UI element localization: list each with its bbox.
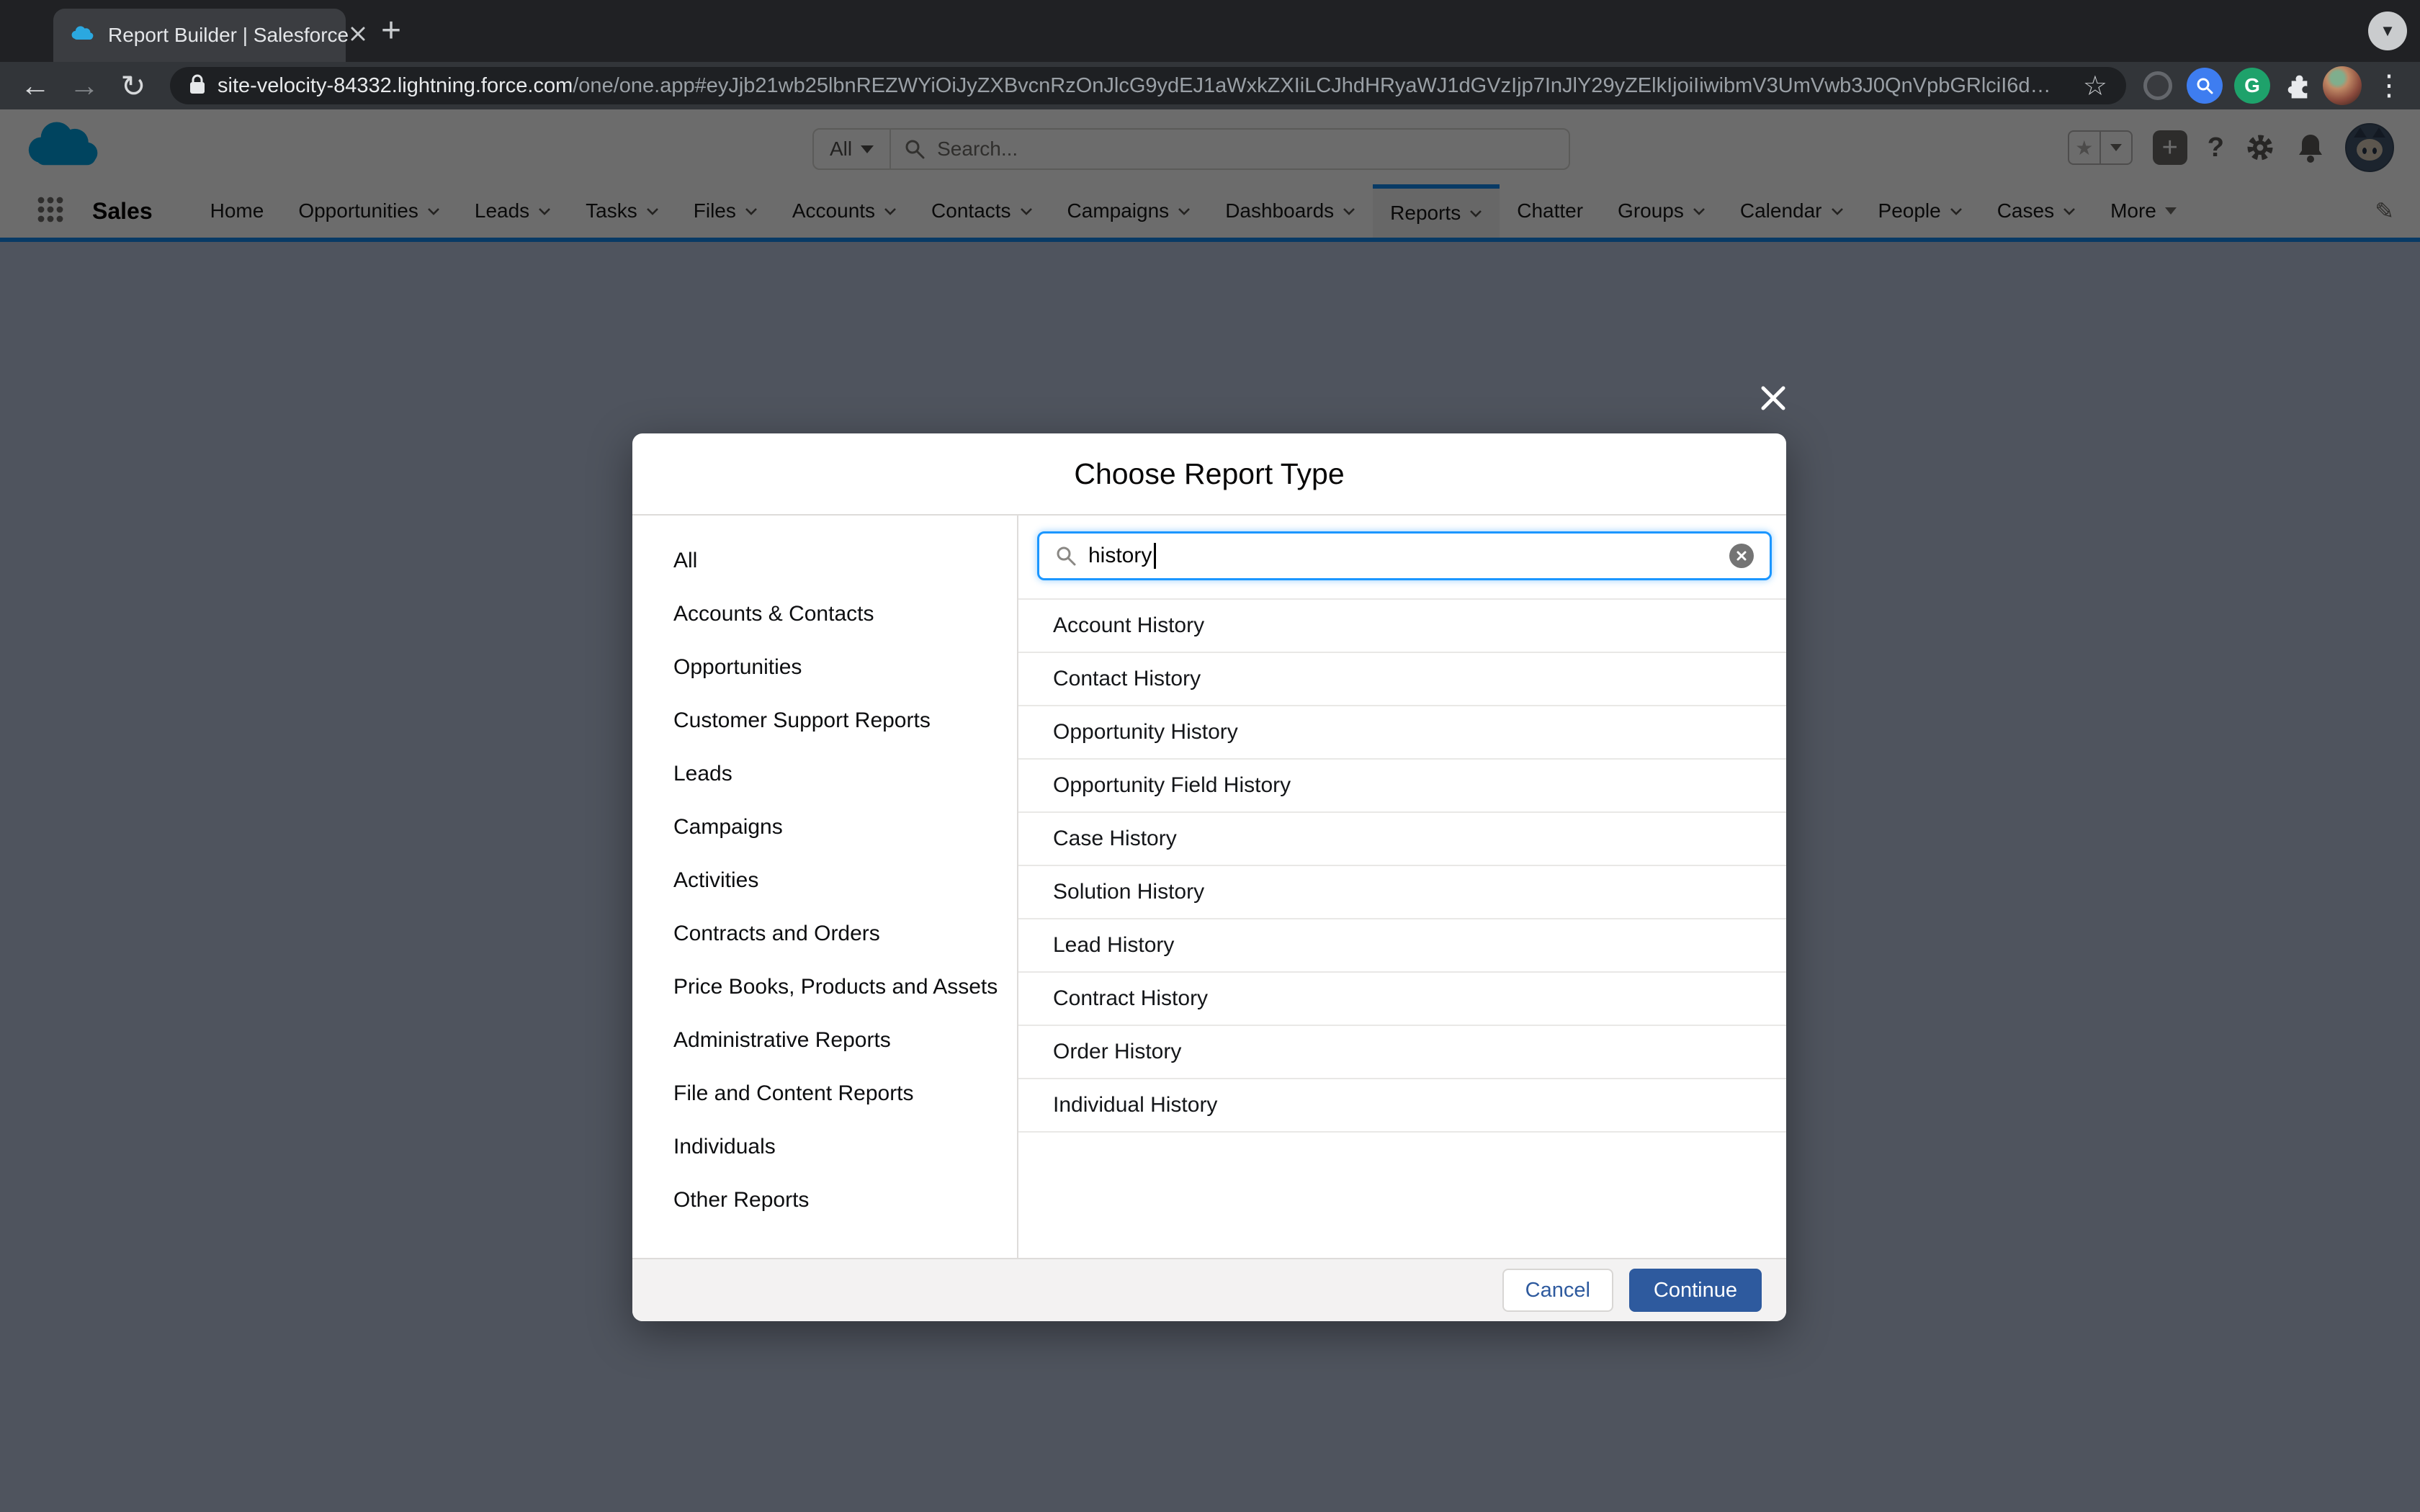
choose-report-type-dialog: Choose Report Type All Accounts & Contac… (632, 433, 1786, 1321)
category-opportunities[interactable]: Opportunities (632, 641, 1017, 694)
category-administrative-reports[interactable]: Administrative Reports (632, 1014, 1017, 1067)
report-type-results-list: Account History Contact History Opportun… (1018, 598, 1786, 1133)
category-campaigns[interactable]: Campaigns (632, 801, 1017, 854)
bookmark-star-icon[interactable]: ☆ (2083, 70, 2107, 102)
new-tab-button[interactable]: + (371, 10, 411, 50)
tab-title: Report Builder | Salesforce (108, 24, 349, 47)
dialog-header: Choose Report Type (632, 433, 1786, 516)
category-all[interactable]: All (632, 534, 1017, 588)
tab-close-icon[interactable] (349, 24, 367, 47)
category-file-content-reports[interactable]: File and Content Reports (632, 1067, 1017, 1120)
browser-toolbar: ← → ↻ site-velocity-84332.lightning.forc… (0, 62, 2420, 109)
search-icon (1055, 545, 1077, 567)
report-type-opportunity-field-history[interactable]: Opportunity Field History (1018, 758, 1786, 811)
category-accounts-contacts[interactable]: Accounts & Contacts (632, 588, 1017, 641)
continue-button[interactable]: Continue (1629, 1269, 1762, 1312)
text-cursor (1154, 543, 1156, 569)
report-type-account-history[interactable]: Account History (1018, 598, 1786, 652)
url-path: /one/one.app#eyJjb21wb25lbnREZWYiOiJyZXB… (573, 74, 2073, 98)
report-type-opportunity-history[interactable]: Opportunity History (1018, 705, 1786, 758)
browser-profile-avatar[interactable] (2321, 62, 2364, 109)
report-type-solution-history[interactable]: Solution History (1018, 865, 1786, 918)
reload-icon[interactable]: ↻ (114, 62, 153, 109)
report-type-contact-history[interactable]: Contact History (1018, 652, 1786, 705)
category-individuals[interactable]: Individuals (632, 1120, 1017, 1174)
extension-search-icon[interactable] (2184, 62, 2226, 109)
report-type-contract-history[interactable]: Contract History (1018, 971, 1786, 1025)
report-type-individual-history[interactable]: Individual History (1018, 1078, 1786, 1133)
extension-grammarly-icon[interactable]: G (2231, 62, 2273, 109)
category-customer-support-reports[interactable]: Customer Support Reports (632, 694, 1017, 747)
tab-search-button[interactable]: ▼ (2368, 12, 2407, 50)
forward-icon[interactable]: → (65, 62, 104, 109)
report-type-results-panel: history Account History Contact History … (1018, 516, 1786, 1258)
browser-tab-strip: Report Builder | Salesforce + ▼ (0, 0, 2420, 62)
category-contracts-orders[interactable]: Contracts and Orders (632, 907, 1017, 960)
url-domain: site-velocity-84332.lightning.force.com (218, 74, 573, 98)
salesforce-favicon-icon (69, 24, 95, 47)
dialog-body: All Accounts & Contacts Opportunities Cu… (632, 516, 1786, 1258)
clear-search-button[interactable] (1729, 544, 1754, 568)
category-activities[interactable]: Activities (632, 854, 1017, 907)
report-type-categories: All Accounts & Contacts Opportunities Cu… (632, 516, 1018, 1258)
modal-close-button[interactable] (1760, 385, 1786, 415)
report-type-order-history[interactable]: Order History (1018, 1025, 1786, 1078)
search-input-value: history (1088, 544, 1152, 568)
category-other-reports[interactable]: Other Reports (632, 1174, 1017, 1227)
screen: Report Builder | Salesforce + ▼ ← → ↻ si… (0, 0, 2420, 1512)
report-type-search-input[interactable]: history (1037, 531, 1772, 580)
report-type-lead-history[interactable]: Lead History (1018, 918, 1786, 971)
browser-tab[interactable]: Report Builder | Salesforce (53, 9, 346, 62)
cancel-button[interactable]: Cancel (1502, 1269, 1613, 1312)
extension-icon-disabled[interactable] (2138, 62, 2178, 109)
back-icon[interactable]: ← (16, 62, 55, 109)
category-leads[interactable]: Leads (632, 747, 1017, 801)
dialog-footer: Cancel Continue (632, 1258, 1786, 1321)
lock-icon (189, 73, 206, 99)
category-price-books-products-assets[interactable]: Price Books, Products and Assets (632, 960, 1017, 1014)
url-bar[interactable]: site-velocity-84332.lightning.force.com … (170, 67, 2126, 104)
dialog-title: Choose Report Type (1074, 457, 1344, 491)
report-type-case-history[interactable]: Case History (1018, 811, 1786, 865)
browser-menu-icon[interactable]: ⋮ (2371, 62, 2407, 109)
extensions-puzzle-icon[interactable] (2279, 62, 2316, 109)
